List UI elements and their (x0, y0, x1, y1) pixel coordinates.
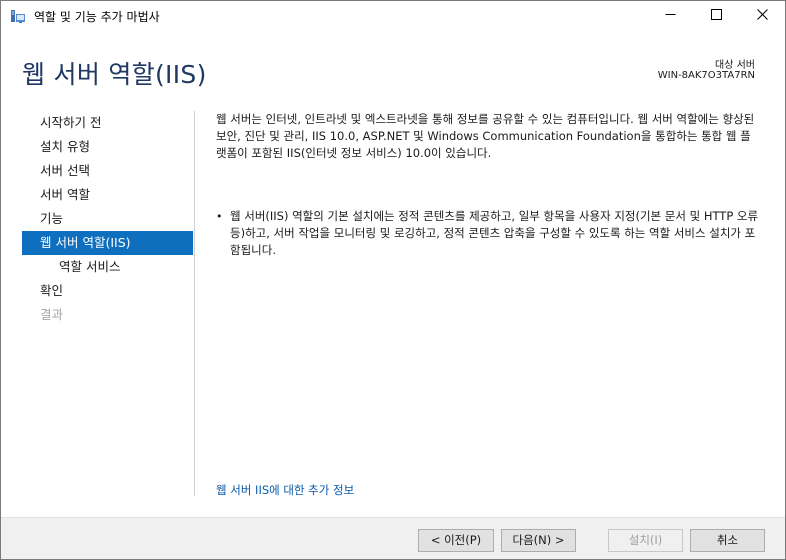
target-server-label: 대상 서버 (715, 60, 755, 71)
bullet-text: 웹 서버(IIS) 역할의 기본 설치에는 정적 콘텐츠를 제공하고, 일부 항… (230, 209, 759, 257)
maximize-icon (710, 9, 722, 23)
server-manager-icon (10, 9, 26, 23)
nav-item-role-services[interactable]: 역할 서비스 (22, 255, 193, 279)
minimize-icon (665, 9, 676, 23)
nav-item-server-roles[interactable]: 서버 역할 (22, 183, 193, 207)
window-title: 역할 및 기능 추가 마법사 (34, 10, 160, 24)
nav-item-web-server-role[interactable]: 웹 서버 역할(IIS) (22, 231, 193, 255)
close-button[interactable] (739, 1, 785, 31)
target-server-name: WIN-8AK7O3TA7RN (657, 70, 755, 81)
maximize-button[interactable] (693, 1, 739, 31)
wizard-window: 역할 및 기능 추가 마법사 웹 서버 역할(IIS) 대상 서버 WIN-8A… (0, 0, 786, 560)
nav-item-features[interactable]: 기능 (22, 207, 193, 231)
minimize-button[interactable] (647, 1, 693, 31)
title-bar[interactable]: 역할 및 기능 추가 마법사 (1, 1, 785, 31)
bullet-list: • 웹 서버(IIS) 역할의 기본 설치에는 정적 콘텐츠를 제공하고, 일부… (216, 208, 761, 259)
footer-bar: < 이전(P) 다음(N) > 설치(I) 취소 (1, 517, 785, 559)
nav-divider (194, 111, 195, 496)
install-button: 설치(I) (608, 529, 683, 552)
role-description: 웹 서버는 인터넷, 인트라넷 및 엑스트라넷을 통해 정보를 공유할 수 있는… (216, 112, 755, 160)
cancel-button[interactable]: 취소 (690, 529, 765, 552)
nav-item-confirmation[interactable]: 확인 (22, 279, 193, 303)
wizard-nav: 시작하기 전 설치 유형 서버 선택 서버 역할 기능 웹 서버 역할(IIS)… (22, 111, 193, 327)
bullet-icon: • (216, 210, 223, 223)
list-item: • 웹 서버(IIS) 역할의 기본 설치에는 정적 콘텐츠를 제공하고, 일부… (216, 208, 761, 259)
more-info-link[interactable]: 웹 서버 IIS에 대한 추가 정보 (216, 482, 354, 498)
previous-button[interactable]: < 이전(P) (418, 529, 494, 552)
nav-item-before-you-begin[interactable]: 시작하기 전 (22, 111, 193, 135)
nav-item-server-selection[interactable]: 서버 선택 (22, 159, 193, 183)
page-title: 웹 서버 역할(IIS) (22, 60, 207, 89)
nav-item-results: 결과 (40, 307, 64, 322)
next-button[interactable]: 다음(N) > (501, 529, 576, 552)
nav-item-installation-type[interactable]: 설치 유형 (22, 135, 193, 159)
content-pane: 웹 서버는 인터넷, 인트라넷 및 엑스트라넷을 통해 정보를 공유할 수 있는… (216, 111, 761, 259)
close-icon (756, 9, 768, 23)
